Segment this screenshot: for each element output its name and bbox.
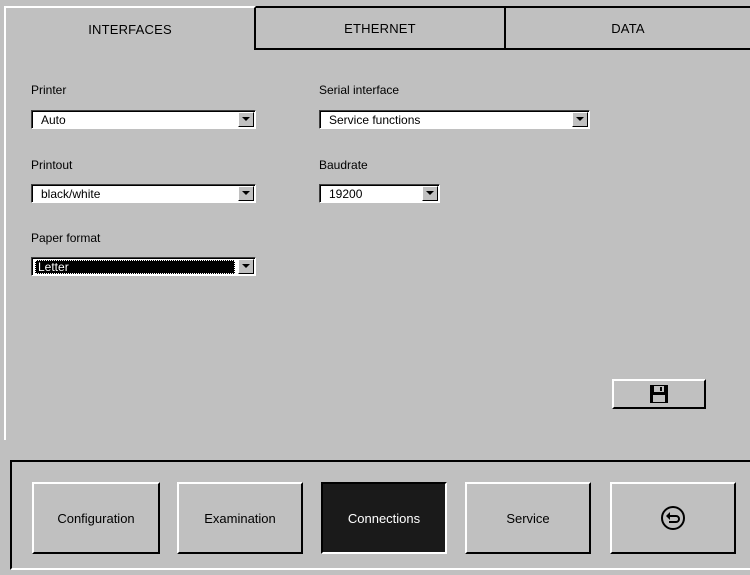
chevron-down-icon[interactable]: [238, 259, 254, 274]
serial-interface-value: Service functions: [329, 113, 421, 127]
floppy-disk-icon: [650, 385, 668, 403]
paper-format-select[interactable]: Letter: [31, 257, 256, 276]
baudrate-label: Baudrate: [319, 158, 368, 172]
printout-select[interactable]: black/white: [31, 184, 256, 203]
tab-data[interactable]: DATA: [506, 6, 750, 50]
baudrate-value: 19200: [329, 187, 363, 201]
tab-bar: INTERFACES ETHERNET DATA: [4, 6, 750, 52]
baudrate-select[interactable]: 19200: [319, 184, 440, 203]
tab-interfaces-label: INTERFACES: [88, 21, 172, 37]
chevron-down-icon[interactable]: [238, 112, 254, 127]
connections-button[interactable]: Connections: [321, 482, 447, 554]
printer-value: Auto: [41, 113, 66, 127]
chevron-down-icon[interactable]: [238, 186, 254, 201]
printout-label: Printout: [31, 158, 73, 172]
panel-edge: [4, 50, 6, 440]
printout-value: black/white: [41, 187, 101, 201]
service-button[interactable]: Service: [465, 482, 591, 554]
serial-interface-select[interactable]: Service functions: [319, 110, 590, 129]
configuration-label: Configuration: [57, 510, 135, 526]
serial-interface-label: Serial interface: [319, 83, 400, 97]
chevron-down-icon[interactable]: [422, 186, 438, 201]
save-button[interactable]: [612, 379, 706, 409]
tab-interfaces[interactable]: INTERFACES: [4, 6, 256, 50]
tab-ethernet[interactable]: ETHERNET: [256, 6, 506, 50]
tab-data-label: DATA: [611, 20, 645, 36]
tab-ethernet-label: ETHERNET: [344, 20, 416, 36]
printer-select[interactable]: Auto: [31, 110, 256, 129]
examination-label: Examination: [204, 510, 276, 526]
paper-format-label: Paper format: [31, 231, 101, 245]
back-button[interactable]: [610, 482, 736, 554]
chevron-down-icon[interactable]: [572, 112, 588, 127]
printer-label: Printer: [31, 83, 67, 97]
service-label: Service: [506, 510, 550, 526]
paper-format-value: Letter: [35, 260, 235, 274]
interfaces-screen: INTERFACES ETHERNET DATA Printer Auto Pr…: [0, 0, 750, 575]
configuration-button[interactable]: Configuration: [32, 482, 160, 554]
back-arrow-icon: [661, 506, 685, 530]
examination-button[interactable]: Examination: [177, 482, 303, 554]
connections-label: Connections: [347, 510, 421, 526]
